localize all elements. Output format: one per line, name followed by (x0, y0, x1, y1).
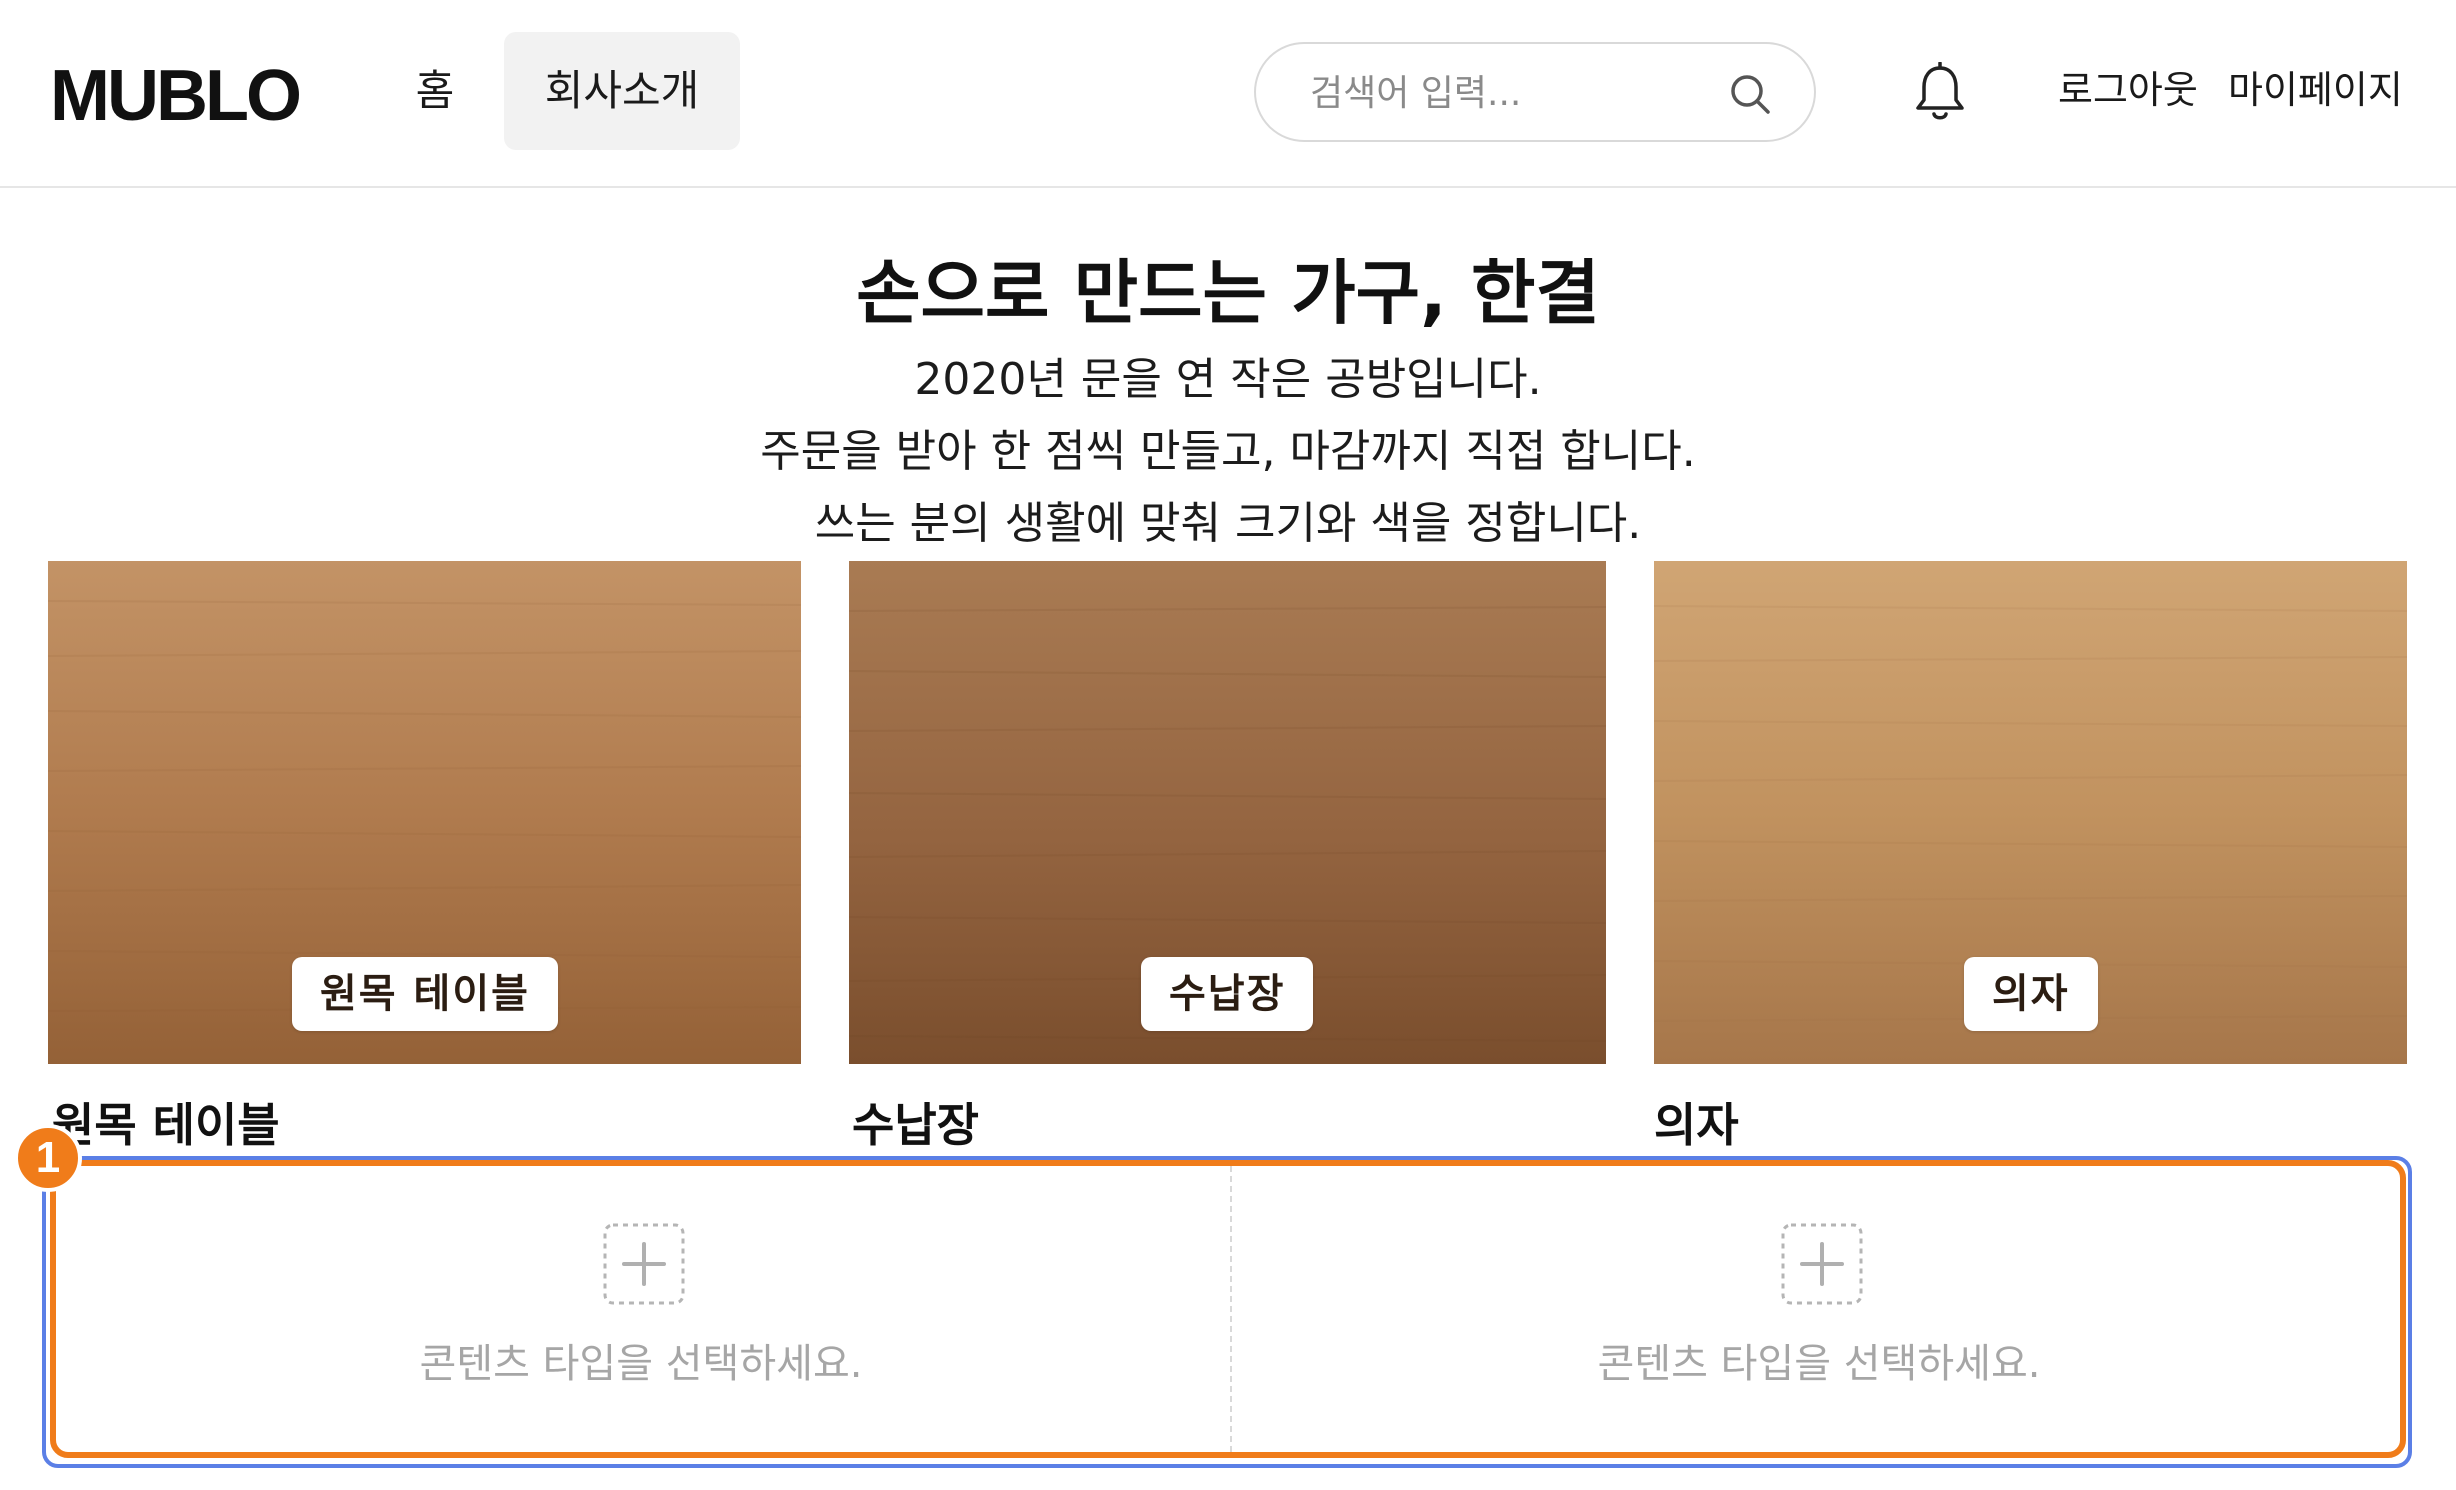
logout-link[interactable]: 로그아웃 (2058, 62, 2198, 118)
search-input[interactable] (1308, 64, 1728, 122)
image-label: 원목 테이블 (292, 957, 558, 1031)
bell-icon[interactable] (1912, 62, 1968, 124)
product-title[interactable]: 수납장 (852, 1092, 979, 1158)
page-title: 손으로 만드는 가구, 한결 (856, 252, 1600, 334)
slot-placeholder-text: 콘텐츠 타입을 선택하세요. (419, 1341, 863, 1387)
product-title[interactable]: 의자 (1654, 1092, 1739, 1158)
mypage-link[interactable]: 마이페이지 (2228, 62, 2403, 118)
content-slot-section[interactable]: 콘텐츠 타입을 선택하세요. 콘텐츠 타입을 선택하세요. (50, 1160, 2406, 1458)
product-image-table[interactable]: 원목 테이블 (48, 561, 801, 1064)
add-icon[interactable] (602, 1222, 686, 1306)
step-number-badge: 1 (14, 1124, 82, 1192)
add-icon[interactable] (1780, 1222, 1864, 1306)
content-slot-right[interactable]: 콘텐츠 타입을 선택하세요. (1234, 1166, 2404, 1452)
site-header: MUBLO 홈 회사소개 로그아웃 마이페이지 (0, 0, 2456, 188)
search-icon[interactable] (1726, 70, 1774, 118)
image-label: 수납장 (1141, 957, 1314, 1031)
product-image-cabinet[interactable]: 수납장 (849, 561, 1606, 1064)
slot-divider[interactable] (1230, 1166, 1232, 1452)
image-label: 의자 (1964, 957, 2098, 1031)
slot-placeholder-text: 콘텐츠 타입을 선택하세요. (1597, 1341, 2041, 1387)
intro-line: 쓰는 분의 생활에 맞춰 크기와 색을 정합니다. (814, 498, 1642, 549)
intro-line: 2020년 문을 연 작은 공방입니다. (914, 354, 1542, 405)
content-slot-left[interactable]: 콘텐츠 타입을 선택하세요. (56, 1166, 1226, 1452)
nav-item-home[interactable]: 홈 (395, 32, 475, 150)
product-image-chair[interactable]: 의자 (1654, 561, 2407, 1064)
nav-item-about[interactable]: 회사소개 (504, 32, 740, 150)
search-box[interactable] (1254, 42, 1816, 142)
site-logo[interactable]: MUBLO (50, 58, 302, 134)
product-title[interactable]: 원목 테이블 (52, 1092, 280, 1158)
intro-line: 주문을 받아 한 점씩 만들고, 마감까지 직접 합니다. (760, 426, 1696, 477)
